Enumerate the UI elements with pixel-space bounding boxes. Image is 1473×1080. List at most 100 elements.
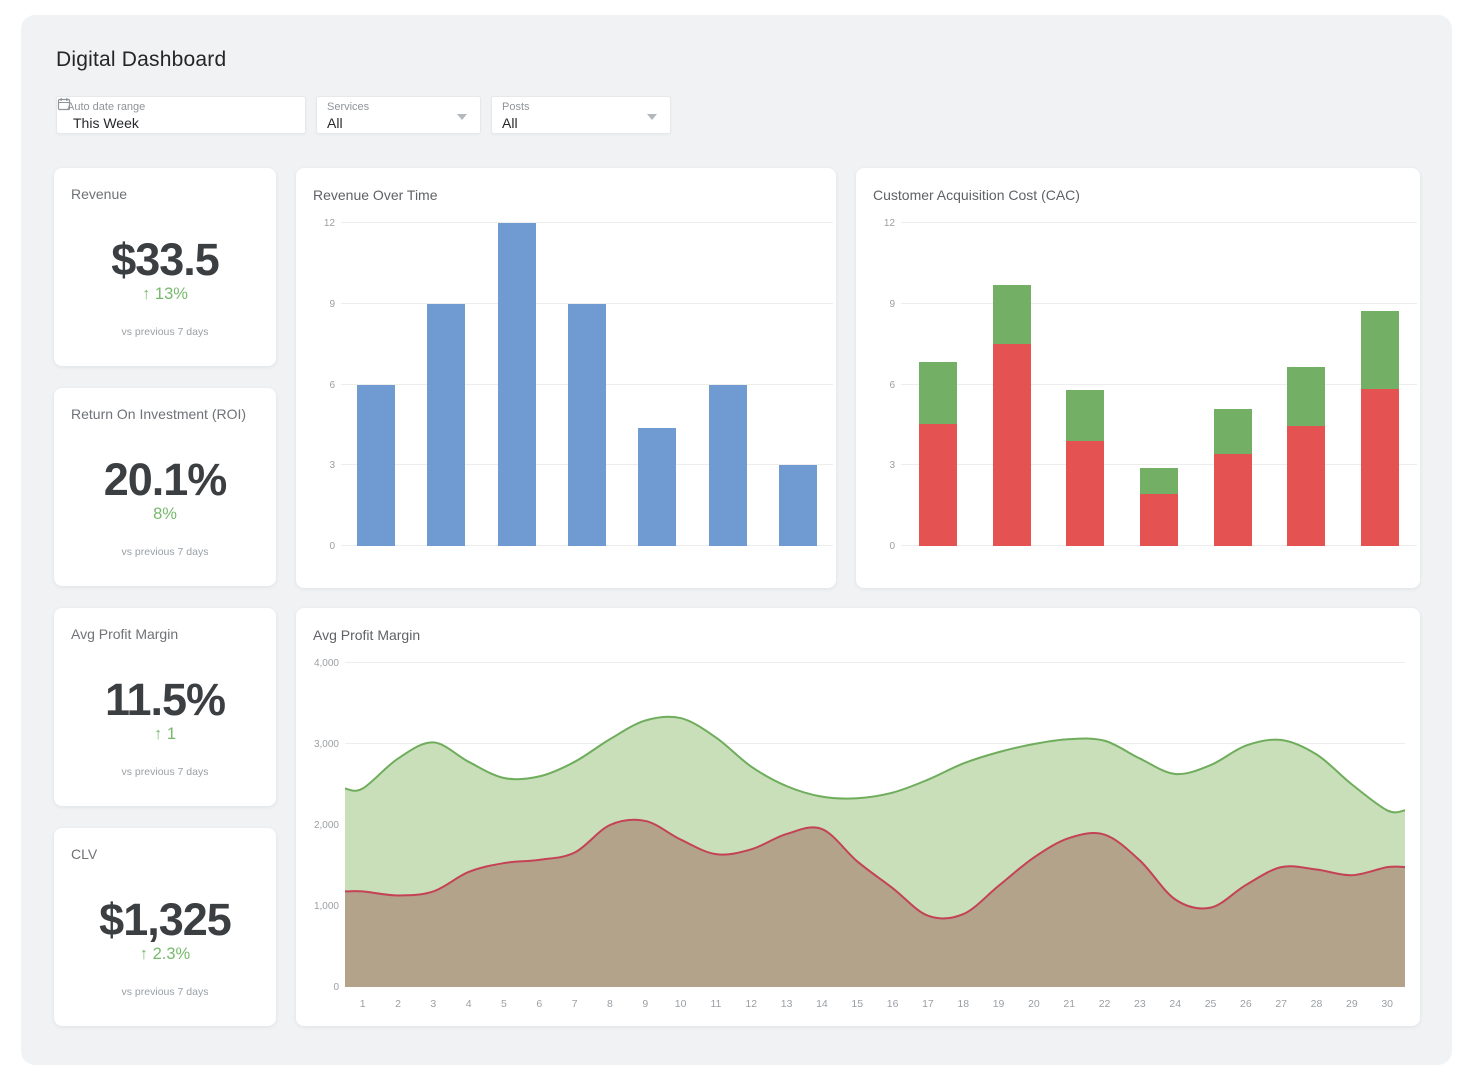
bar: [1066, 223, 1104, 546]
kpi-label: Return On Investment (ROI): [71, 406, 246, 422]
bar: [993, 223, 1031, 546]
bar: [1361, 223, 1399, 546]
area-chart-canvas: [345, 663, 1405, 987]
x-tick-label: 9: [628, 998, 663, 1010]
bar-segment: [427, 304, 465, 546]
bar: [568, 223, 606, 546]
kpi-card-clv: CLV $1,325 ↑ 2.3% vs previous 7 days: [54, 828, 276, 1026]
x-tick-label: 19: [981, 998, 1016, 1010]
kpi-card-revenue: Revenue $33.5 ↑ 13% vs previous 7 days: [54, 168, 276, 366]
kpi-note: vs previous 7 days: [54, 546, 276, 558]
x-tick-label: 13: [769, 998, 804, 1010]
x-tick-label: 21: [1052, 998, 1087, 1010]
x-tick-label: 15: [840, 998, 875, 1010]
dashboard: Digital Dashboard Auto date range This W…: [21, 15, 1452, 1065]
chevron-down-icon: [647, 114, 657, 120]
y-tick-label: 6: [303, 380, 335, 391]
kpi-card-roi: Return On Investment (ROI) 20.1% 8% vs p…: [54, 388, 276, 586]
bar: [427, 223, 465, 546]
bar-segment: [1361, 389, 1399, 546]
y-tick-label: 4,000: [307, 658, 339, 669]
kpi-value: $1,325: [54, 894, 276, 946]
kpi-card-avg-profit-margin: Avg Profit Margin 11.5% ↑ 1 vs previous …: [54, 608, 276, 806]
bar-slot: [341, 223, 411, 546]
posts-value: All: [502, 114, 518, 132]
x-tick-label: 26: [1228, 998, 1263, 1010]
y-tick-label: 2,000: [307, 820, 339, 831]
bar-segment: [1214, 409, 1252, 455]
kpi-value: $33.5: [54, 234, 276, 286]
bar: [1140, 223, 1178, 546]
bar-slot: [763, 223, 833, 546]
x-tick-label: 10: [663, 998, 698, 1010]
x-tick-label: 18: [946, 998, 981, 1010]
y-tick-label: 9: [863, 299, 895, 310]
y-tick-label: 3: [863, 460, 895, 471]
chart-title: Avg Profit Margin: [313, 627, 420, 643]
bar-segment: [1287, 367, 1325, 426]
y-tick-label: 3,000: [307, 739, 339, 750]
bar-slot: [1343, 223, 1417, 546]
bar-segment: [919, 424, 957, 546]
bar-slot: [1196, 223, 1270, 546]
x-tick-label: 2: [380, 998, 415, 1010]
revenue-over-time-plot: 036912: [341, 223, 833, 546]
chevron-down-icon: [457, 114, 467, 120]
x-tick-label: 1: [345, 998, 380, 1010]
page-title: Digital Dashboard: [56, 48, 226, 72]
x-tick-label: 8: [592, 998, 627, 1010]
bar-segment: [919, 362, 957, 424]
x-tick-label: 22: [1087, 998, 1122, 1010]
kpi-delta: 8%: [54, 505, 276, 524]
bar-segment: [1066, 390, 1104, 441]
x-tick-label: 12: [734, 998, 769, 1010]
cac-plot: 036912: [901, 223, 1417, 546]
y-tick-label: 0: [307, 982, 339, 993]
avg-profit-margin-plot: 01,0002,0003,0004,0001234567891011121314…: [345, 663, 1405, 987]
bar-slot: [622, 223, 692, 546]
x-tick-label: 14: [804, 998, 839, 1010]
x-tick-label: 7: [557, 998, 592, 1010]
services-value: All: [327, 114, 343, 132]
x-tick-label: 27: [1264, 998, 1299, 1010]
cac-chart-card: Customer Acquisition Cost (CAC) 036912: [856, 168, 1420, 588]
x-tick-label: 24: [1158, 998, 1193, 1010]
bar-slot: [411, 223, 481, 546]
chart-title: Revenue Over Time: [313, 187, 438, 203]
posts-filter[interactable]: Posts All: [491, 96, 671, 134]
bar-segment: [638, 428, 676, 546]
chart-title: Customer Acquisition Cost (CAC): [873, 187, 1080, 203]
x-tick-label: 4: [451, 998, 486, 1010]
x-tick-label: 23: [1122, 998, 1157, 1010]
bar-segment: [1214, 454, 1252, 546]
kpi-delta: ↑ 2.3%: [54, 945, 276, 964]
kpi-value: 20.1%: [54, 454, 276, 506]
date-range-filter[interactable]: Auto date range This Week: [56, 96, 306, 134]
x-tick-label: 17: [910, 998, 945, 1010]
date-range-value: This Week: [73, 114, 139, 132]
bar: [638, 223, 676, 546]
services-label: Services: [327, 101, 470, 114]
kpi-label: Revenue: [71, 186, 127, 202]
bar-slot: [901, 223, 975, 546]
bar-segment: [779, 465, 817, 546]
x-tick-label: 30: [1370, 998, 1405, 1010]
x-tick-label: 6: [522, 998, 557, 1010]
bar-slot: [482, 223, 552, 546]
bar: [1287, 223, 1325, 546]
services-filter[interactable]: Services All: [316, 96, 481, 134]
bar-segment: [357, 385, 395, 547]
bar-slot: [1270, 223, 1344, 546]
kpi-label: Avg Profit Margin: [71, 626, 178, 642]
revenue-over-time-chart-card: Revenue Over Time 036912: [296, 168, 836, 588]
x-tick-label: 16: [875, 998, 910, 1010]
kpi-label: CLV: [71, 846, 97, 862]
bar-segment: [709, 385, 747, 547]
date-range-label: Auto date range: [67, 101, 295, 114]
bar-segment: [1287, 426, 1325, 546]
y-tick-label: 12: [303, 218, 335, 229]
bar-slot: [1048, 223, 1122, 546]
x-tick-label: 28: [1299, 998, 1334, 1010]
bar: [779, 223, 817, 546]
kpi-note: vs previous 7 days: [54, 326, 276, 338]
